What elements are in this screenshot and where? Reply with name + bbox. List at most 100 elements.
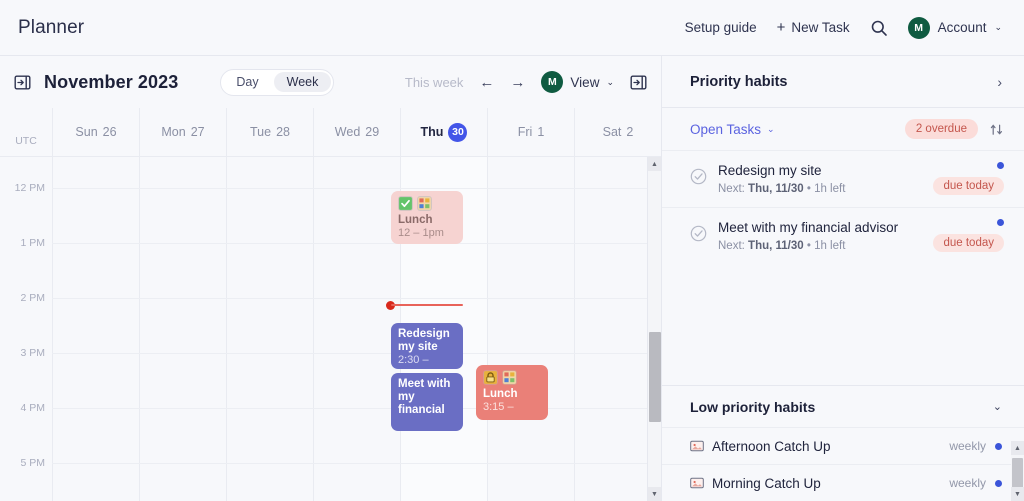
task-subtitle: Next: Thu, 11/30 • 1h left bbox=[718, 183, 846, 195]
scroll-down-button[interactable]: ▼ bbox=[648, 487, 661, 501]
status-dot bbox=[995, 442, 1002, 450]
sort-icon[interactable] bbox=[989, 122, 1004, 137]
search-icon[interactable] bbox=[870, 19, 888, 37]
header-actions: Setup guide + New Task M Account ⌄ bbox=[685, 16, 1002, 39]
open-tasks-dropdown[interactable]: Open Tasks ⌄ bbox=[690, 122, 775, 137]
current-time-line bbox=[391, 304, 463, 306]
event-redesign-my-site[interactable]: Redesign my site 2:30 – bbox=[391, 323, 463, 369]
view-mode-day[interactable]: Day bbox=[223, 72, 271, 92]
panel-collapse-icon[interactable] bbox=[630, 74, 647, 91]
chevron-down-icon: ⌄ bbox=[994, 22, 1002, 32]
calendar-pane: November 2023 Day Week This week ← → M V… bbox=[0, 56, 662, 501]
day-name: Wed bbox=[334, 125, 361, 139]
task-row[interactable]: Meet with my financial advisor Next: Thu… bbox=[662, 207, 1024, 264]
account-label: Account bbox=[937, 20, 987, 35]
habit-title: Morning Catch Up bbox=[712, 475, 821, 491]
panel-expand-icon[interactable] bbox=[14, 74, 31, 91]
day-name: Mon bbox=[161, 125, 186, 139]
setup-guide-link[interactable]: Setup guide bbox=[685, 20, 757, 35]
chevron-down-icon: ⌄ bbox=[606, 76, 614, 87]
view-mode-week[interactable]: Week bbox=[273, 72, 332, 92]
task-subtitle: Next: Thu, 11/30 • 1h left bbox=[718, 240, 846, 252]
scrollbar-thumb[interactable] bbox=[649, 332, 661, 422]
page-title: November 2023 bbox=[44, 71, 179, 92]
event-meet-financial[interactable]: Meet with my financial bbox=[391, 373, 463, 431]
day-header-sat[interactable]: Sat 2 bbox=[574, 108, 661, 156]
today-badge: 30 bbox=[448, 122, 468, 142]
day-column-mon[interactable] bbox=[139, 157, 226, 501]
day-columns bbox=[52, 157, 661, 501]
view-mode-toggle: Day Week bbox=[220, 68, 335, 96]
event-time: 2:30 – bbox=[398, 354, 429, 366]
view-avatar: M bbox=[541, 71, 564, 93]
task-content: Redesign my site Next: Thu, 11/30 • 1h l… bbox=[718, 162, 925, 196]
new-task-button[interactable]: + New Task bbox=[777, 20, 850, 35]
event-lunch-fri[interactable]: Lunch 3:15 – bbox=[476, 365, 548, 420]
caret-down-icon: ▼ bbox=[1014, 490, 1021, 498]
low-priority-habits-header: Low priority habits ⌄ bbox=[662, 385, 1024, 427]
day-column-wed[interactable] bbox=[313, 157, 400, 501]
chevron-right-icon[interactable]: › bbox=[997, 74, 1002, 90]
day-name: Sun bbox=[75, 125, 98, 139]
check-circle-icon[interactable] bbox=[690, 168, 707, 185]
calendar-scrollbar[interactable]: ▲ ▼ bbox=[647, 157, 661, 501]
day-header-thu[interactable]: Thu 30 bbox=[400, 108, 487, 156]
planner-app: Planner Setup guide + New Task M Account… bbox=[0, 0, 1024, 501]
time-label: 1 PM bbox=[20, 237, 45, 249]
day-column-tue[interactable] bbox=[226, 157, 313, 501]
priority-habits-title: Priority habits bbox=[690, 73, 788, 90]
chevron-down-icon[interactable]: ⌄ bbox=[993, 400, 1002, 413]
task-title: Meet with my financial advisor bbox=[718, 220, 899, 235]
day-name: Tue bbox=[250, 125, 272, 139]
view-selector[interactable]: M View ⌄ bbox=[541, 71, 614, 93]
day-header-sun[interactable]: Sun 26 bbox=[52, 108, 139, 156]
scroll-up-button[interactable]: ▲ bbox=[1011, 441, 1024, 455]
calendar-nav: This week ← → M View ⌄ bbox=[405, 71, 647, 93]
timezone-gutter: UTC bbox=[0, 108, 52, 156]
scroll-up-button[interactable]: ▲ bbox=[648, 157, 661, 171]
event-lunch-thu[interactable]: Lunch 12 – 1pm bbox=[391, 191, 463, 244]
event-icons bbox=[398, 196, 456, 211]
next-week-arrow-icon[interactable]: → bbox=[510, 75, 525, 90]
view-label: View bbox=[570, 74, 600, 90]
chevron-down-icon: ⌄ bbox=[767, 123, 775, 134]
check-circle-icon[interactable] bbox=[690, 225, 707, 242]
priority-habits-header: Priority habits › bbox=[662, 56, 1024, 108]
low-priority-habits-title: Low priority habits bbox=[690, 398, 816, 415]
lock-badge-icon bbox=[483, 370, 498, 385]
time-label: 4 PM bbox=[20, 402, 45, 414]
side-panel-scrollbar[interactable]: ▲ ▼ bbox=[1011, 441, 1024, 501]
app-title: Planner bbox=[18, 16, 85, 38]
day-name: Sat bbox=[602, 125, 622, 139]
panel-spacer bbox=[662, 264, 1024, 385]
day-header-mon[interactable]: Mon 27 bbox=[139, 108, 226, 156]
check-badge-icon bbox=[398, 196, 413, 211]
habit-title: Afternoon Catch Up bbox=[712, 438, 831, 454]
habit-row-afternoon-catch-up[interactable]: Afternoon Catch Up weekly bbox=[662, 427, 1024, 464]
habit-frequency: weekly bbox=[949, 476, 986, 490]
this-week-button[interactable]: This week bbox=[405, 75, 464, 90]
habit-row-morning-catch-up[interactable]: Morning Catch Up weekly bbox=[662, 464, 1024, 501]
event-time: 3:15 – bbox=[483, 401, 514, 413]
image-badge-icon bbox=[690, 440, 704, 452]
task-content: Meet with my financial advisor Next: Thu… bbox=[718, 219, 925, 253]
time-axis: 12 PM 1 PM 2 PM 3 PM 4 PM 5 PM bbox=[0, 157, 52, 501]
task-meta: due today bbox=[925, 219, 1004, 252]
top-header: Planner Setup guide + New Task M Account… bbox=[0, 0, 1024, 56]
calendar-grid: 12 PM 1 PM 2 PM 3 PM 4 PM 5 PM Lunch 12 … bbox=[0, 156, 661, 501]
calendar-toolbar: November 2023 Day Week This week ← → M V… bbox=[0, 56, 661, 108]
account-menu[interactable]: M Account ⌄ bbox=[907, 16, 1002, 39]
day-column-fri[interactable] bbox=[487, 157, 574, 501]
time-label: 12 PM bbox=[14, 182, 45, 194]
scroll-down-button[interactable]: ▼ bbox=[1011, 487, 1024, 501]
day-header-fri[interactable]: Fri 1 bbox=[487, 108, 574, 156]
task-row[interactable]: Redesign my site Next: Thu, 11/30 • 1h l… bbox=[662, 150, 1024, 207]
status-badge: due today bbox=[933, 234, 1004, 252]
day-column-sun[interactable] bbox=[52, 157, 139, 501]
day-header-wed[interactable]: Wed 29 bbox=[313, 108, 400, 156]
day-header-tue[interactable]: Tue 28 bbox=[226, 108, 313, 156]
grid-badge-icon bbox=[417, 196, 432, 211]
day-number: 27 bbox=[190, 125, 205, 139]
prev-week-arrow-icon[interactable]: ← bbox=[479, 75, 494, 90]
caret-up-icon: ▲ bbox=[1014, 444, 1021, 452]
